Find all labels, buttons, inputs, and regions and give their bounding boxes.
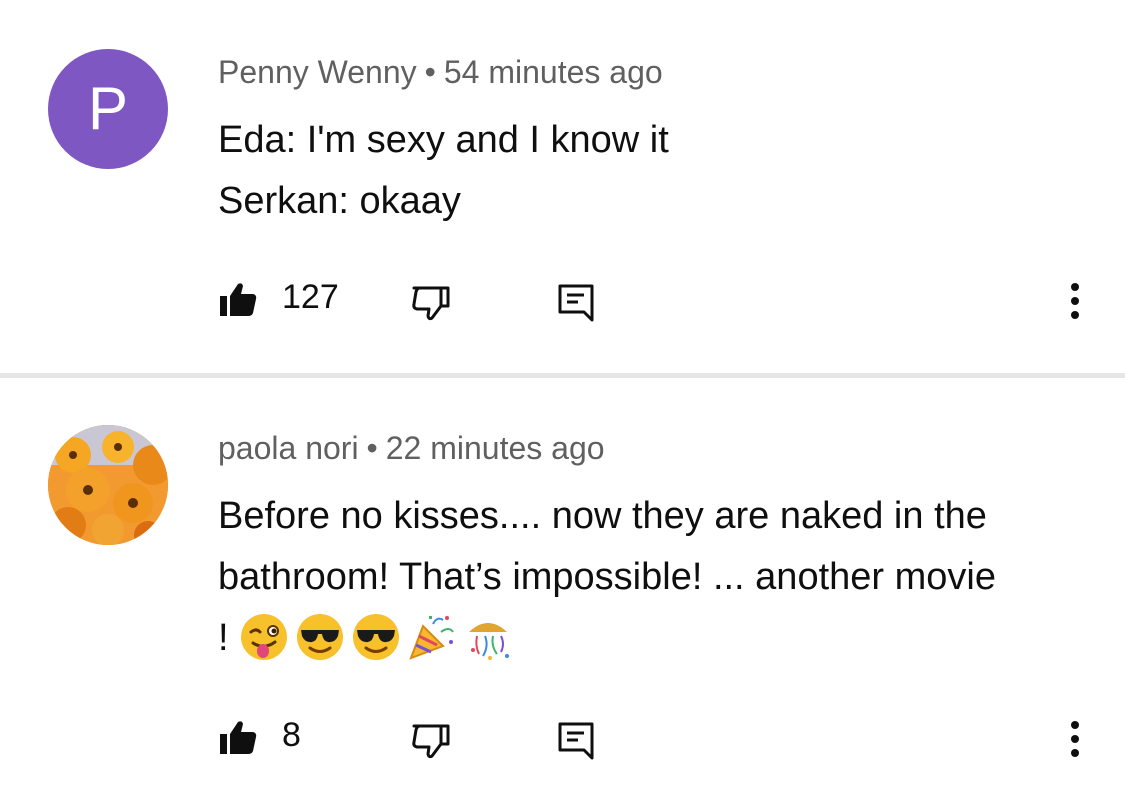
reply-comment-icon[interactable] xyxy=(556,282,596,322)
comment-item: P Penny Wenny • 54 minutes ago Eda: I'm se… xyxy=(0,0,1125,373)
avatar[interactable] xyxy=(48,425,168,545)
comment-time[interactable]: 22 minutes ago xyxy=(386,430,605,466)
orange-flowers-photo xyxy=(48,425,168,545)
reply-comment-icon[interactable] xyxy=(556,720,596,760)
confetti-ball-emoji xyxy=(469,623,510,660)
comment-header: paola nori • 22 minutes ago xyxy=(218,430,605,467)
party-popper-emoji xyxy=(409,616,454,660)
more-vertical-icon[interactable] xyxy=(1055,720,1095,760)
author-name[interactable]: Penny Wenny xyxy=(218,54,417,90)
avatar[interactable]: P xyxy=(48,49,168,169)
thumbs-up-icon[interactable] xyxy=(218,280,258,320)
meta-separator: • xyxy=(424,54,436,90)
comment-header: Penny Wenny • 54 minutes ago xyxy=(218,54,663,91)
comment-line: bathroom! That’s impossible! ... another… xyxy=(218,556,996,598)
meta-separator: • xyxy=(366,430,378,466)
thumbs-up-icon[interactable] xyxy=(218,718,258,758)
comment-text: Eda: I'm sexy and I know it Serkan: okaa… xyxy=(218,110,1098,232)
thumbs-down-icon[interactable] xyxy=(411,722,451,762)
comment-time[interactable]: 54 minutes ago xyxy=(444,54,663,90)
avatar-letter: P xyxy=(87,75,129,142)
comment-line: Serkan: okaay xyxy=(218,180,461,222)
comment-item: paola nori • 22 minutes ago Before no kiss… xyxy=(0,378,1125,804)
like-count: 8 xyxy=(282,716,301,754)
comment-text: Before no kisses.... now they are naked … xyxy=(218,486,1098,669)
comment-line: Eda: I'm sexy and I know it xyxy=(218,119,669,161)
like-count: 127 xyxy=(282,278,339,316)
comment-actions: 8 xyxy=(0,708,1125,768)
comment-line-emoji: ! xyxy=(218,608,1098,669)
sunglasses-emoji xyxy=(351,612,401,662)
more-vertical-icon[interactable] xyxy=(1055,282,1095,322)
comment-line: Before no kisses.... now they are naked … xyxy=(218,495,987,537)
winking-tongue-emoji xyxy=(241,614,288,660)
comment-line: ! xyxy=(218,617,229,659)
author-name[interactable]: paola nori xyxy=(218,430,359,466)
comment-actions: 127 xyxy=(0,270,1125,330)
thumbs-down-icon[interactable] xyxy=(411,284,451,324)
sunglasses-emoji xyxy=(295,612,345,662)
